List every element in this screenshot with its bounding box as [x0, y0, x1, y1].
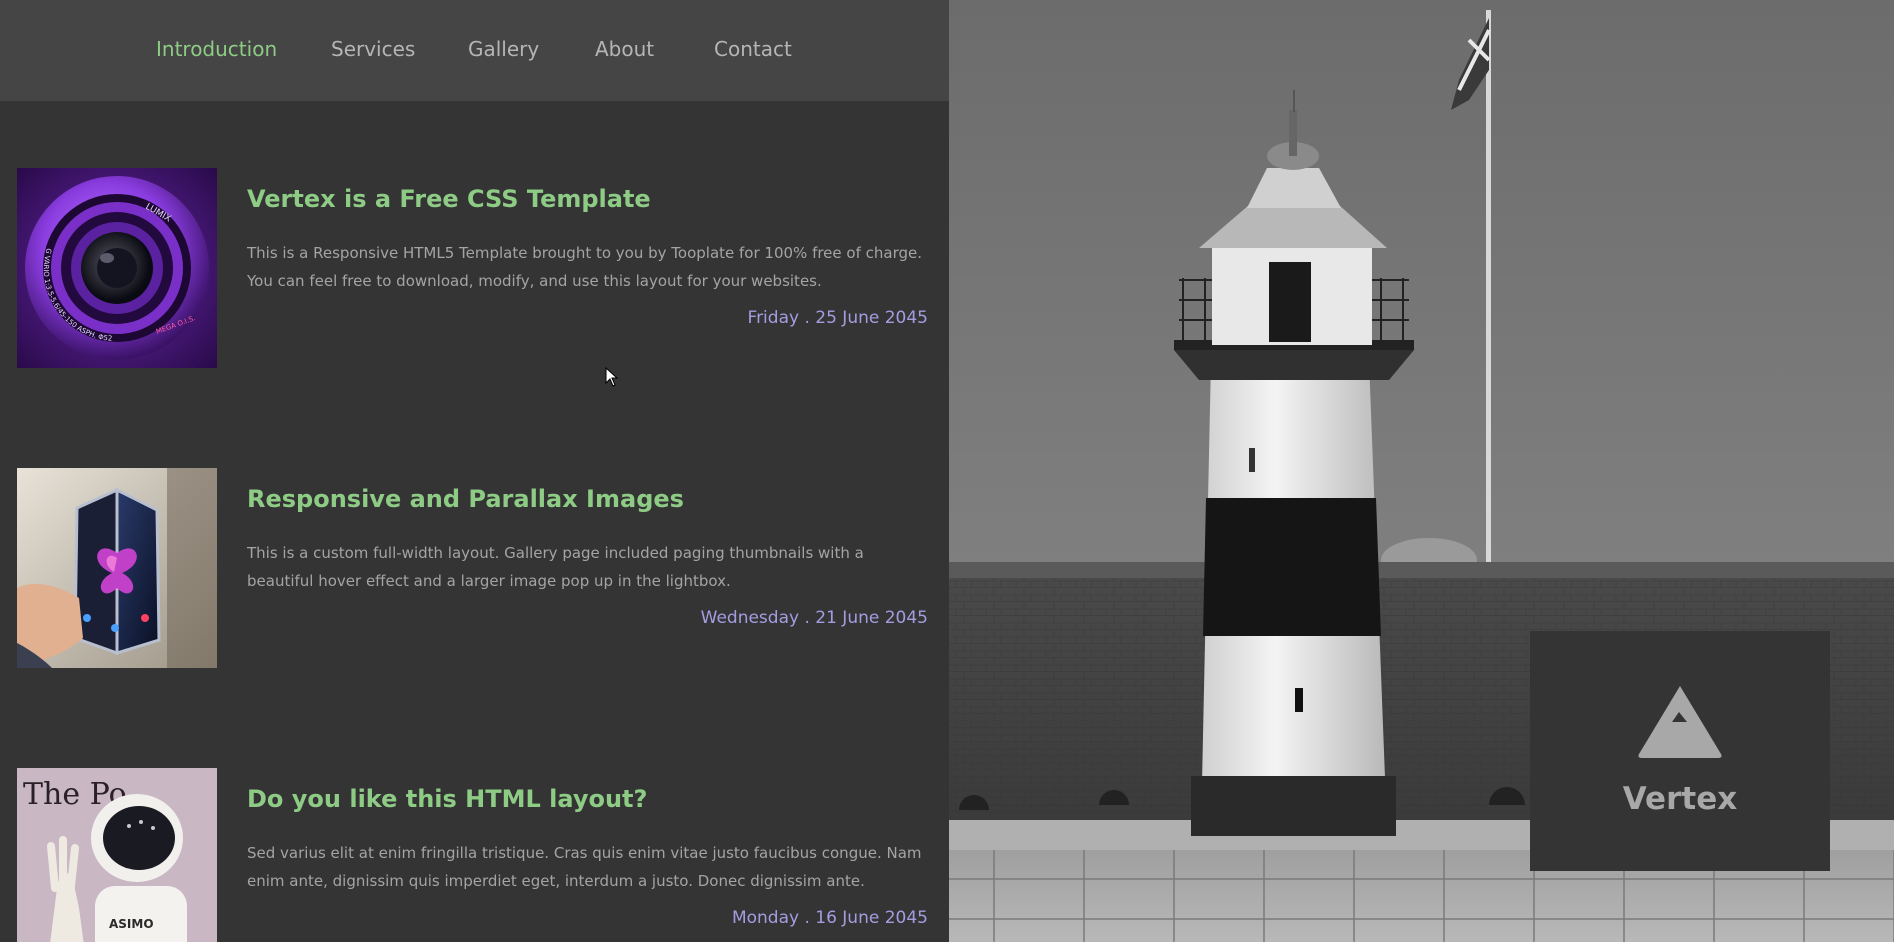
main-nav: Introduction Services Gallery About Cont… — [0, 0, 949, 101]
post-title[interactable]: Vertex is a Free CSS Template — [247, 185, 651, 213]
triangle-logo-icon — [1638, 686, 1722, 758]
content-panel: Introduction Services Gallery About Cont… — [0, 0, 949, 942]
post-body: This is a custom full-width layout. Gall… — [247, 544, 864, 590]
brand-box[interactable]: Vertex — [1530, 631, 1830, 871]
page: Introduction Services Gallery About Cont… — [0, 0, 1894, 942]
mouse-cursor-icon — [605, 367, 619, 387]
post-body: This is a Responsive HTML5 Template brou… — [247, 244, 922, 290]
nav-gallery[interactable]: Gallery — [468, 37, 539, 61]
nav-about[interactable]: About — [595, 37, 654, 61]
post-date: Friday . 25 June 2045 — [747, 308, 928, 328]
post-title[interactable]: Do you like this HTML layout? — [247, 785, 647, 813]
post-date: Monday . 16 June 2045 — [731, 908, 928, 928]
nav-introduction[interactable]: Introduction — [156, 37, 277, 61]
asimo-robot-photo[interactable]: The Po ASIMO — [17, 768, 217, 942]
post-title[interactable]: Responsive and Parallax Images — [247, 485, 684, 513]
post-item: LUMIX G VARIO 1:3.5-5.6/45-150 ASPH. Φ52… — [0, 168, 949, 368]
post-date: Wednesday . 21 June 2045 — [700, 608, 928, 628]
camera-lens-photo[interactable]: LUMIX G VARIO 1:3.5-5.6/45-150 ASPH. Φ52… — [17, 168, 217, 368]
post-item: Responsive and Parallax Images This is a… — [0, 468, 949, 668]
nav-services[interactable]: Services — [331, 37, 415, 61]
svg-text:ASIMO: ASIMO — [109, 917, 154, 931]
post-body: Sed varius elit at enim fringilla tristi… — [247, 844, 922, 890]
foldable-phone-photo[interactable] — [17, 468, 217, 668]
brand-name: Vertex — [1622, 781, 1738, 817]
nav-contact[interactable]: Contact — [714, 37, 792, 61]
post-item: The Po ASIMO Do you like this HTML layou… — [0, 768, 949, 942]
